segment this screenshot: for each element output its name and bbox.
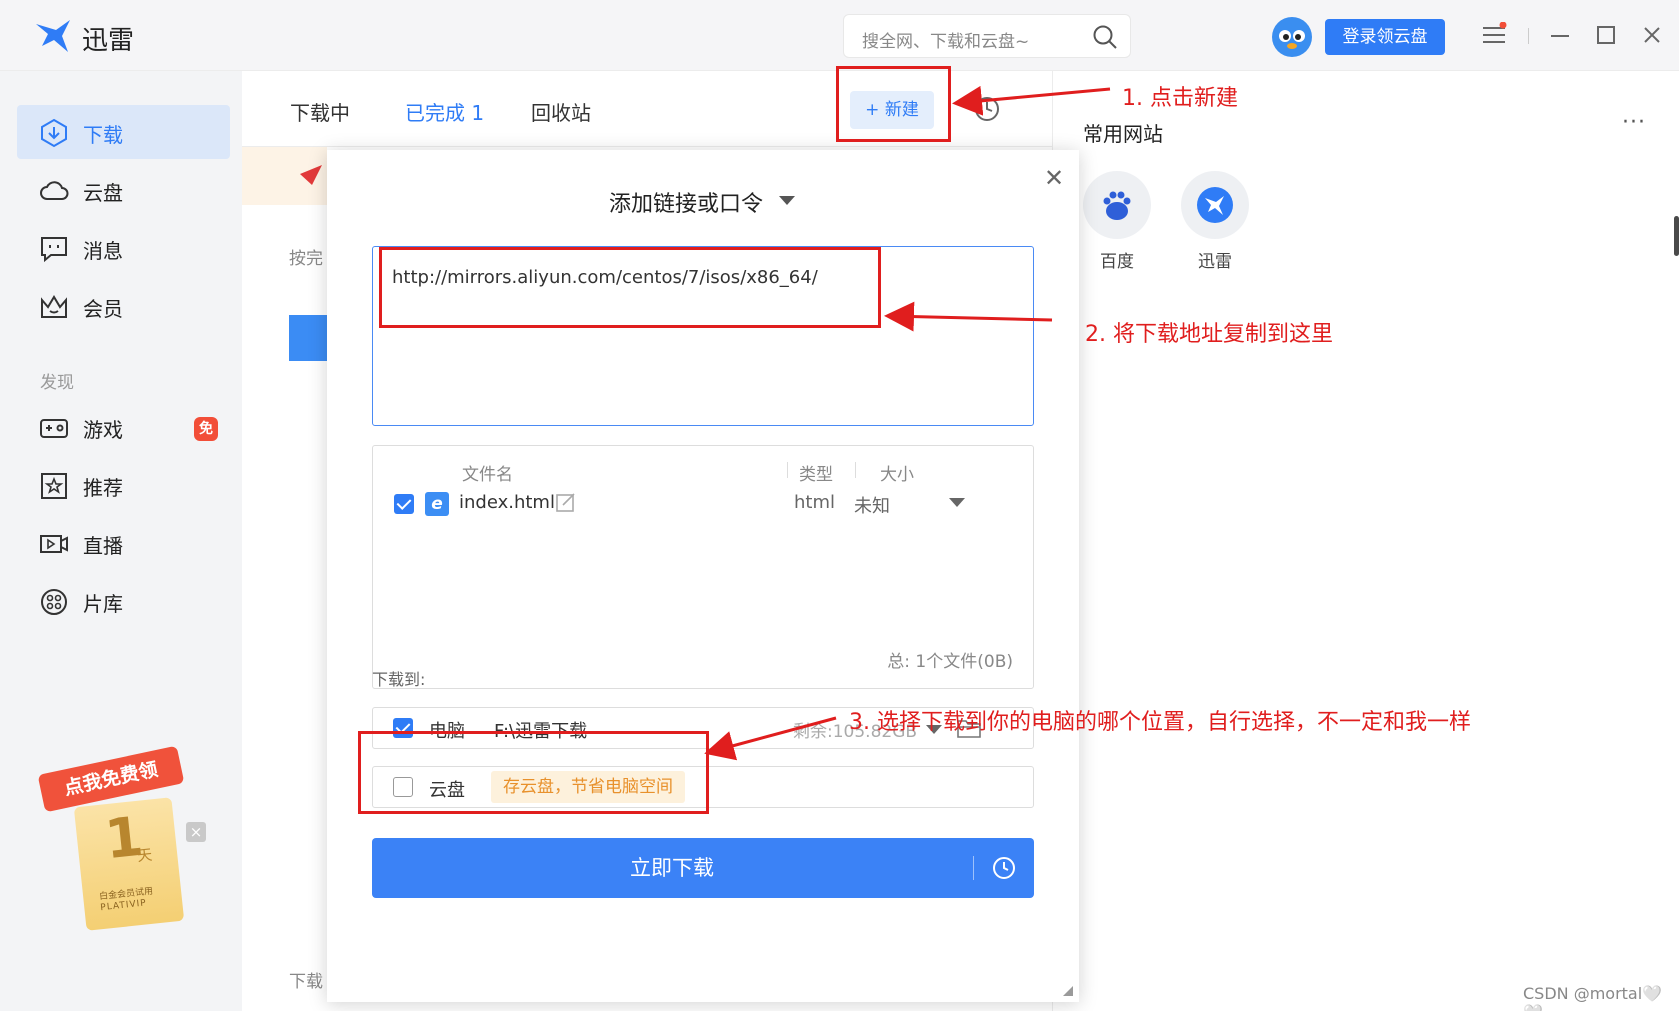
task-file-icon <box>289 315 327 361</box>
col-separator <box>787 462 788 478</box>
free-badge: 免 <box>194 417 218 441</box>
film-icon <box>41 589 67 615</box>
files-total: 总: 1个文件(0B) <box>887 652 1013 672</box>
file-checkbox[interactable] <box>394 494 414 514</box>
crown-icon <box>41 295 67 318</box>
message-icon <box>41 237 67 263</box>
avatar[interactable] <box>1271 16 1313 58</box>
site-label: 百度 <box>1100 252 1134 272</box>
search-box[interactable]: 搜全网、下载和云盘~ <box>843 14 1131 58</box>
cloud-icon <box>40 181 69 200</box>
site-label: 迅雷 <box>1198 252 1232 272</box>
sidebar-item-label: 片库 <box>83 592 123 616</box>
sidebar-item-library[interactable]: 片库 <box>17 574 230 628</box>
schedule-icon[interactable] <box>991 855 1017 881</box>
button-separator <box>973 856 974 880</box>
discover-section-label: 发现 <box>40 373 74 393</box>
search-icon[interactable] <box>1092 24 1118 50</box>
chevron-down-icon[interactable] <box>949 498 965 507</box>
sidebar-item-vip[interactable]: 会员 <box>17 279 230 333</box>
sidebar-item-recommend[interactable]: 推荐 <box>17 458 230 512</box>
vip-promo[interactable]: 1 天 白金会员试用 PLATIVIP 点我免费领 <box>37 740 230 970</box>
promo-card[interactable]: 1 天 白金会员试用 PLATIVIP <box>73 797 185 931</box>
tab-completed[interactable]: 已完成 1 <box>405 97 484 126</box>
main-peek-text: 按完 <box>289 249 323 269</box>
tab-recycle-bin[interactable]: 回收站 <box>531 97 591 126</box>
close-icon[interactable] <box>1640 22 1664 46</box>
main-peek-footer: 下载 <box>289 972 323 992</box>
login-button[interactable]: 登录领云盘 <box>1325 19 1445 55</box>
history-icon[interactable] <box>973 95 1001 123</box>
sidebar-item-label: 下载 <box>83 123 123 147</box>
site-baidu[interactable]: 百度 <box>1083 171 1151 272</box>
title-bar: 迅雷 搜全网、下载和云盘~ 登录领云盘 <box>0 0 1679 71</box>
promo-unit: 天 <box>136 845 154 866</box>
sidebar-item-label: 推荐 <box>83 476 123 500</box>
minimize-icon[interactable] <box>1548 22 1572 46</box>
promo-close-icon[interactable]: × <box>186 822 206 842</box>
sidebar-item-live[interactable]: 直播 <box>17 516 230 570</box>
sidebar-item-label: 云盘 <box>83 181 123 205</box>
annotation-box-url <box>379 247 881 328</box>
more-options-icon[interactable]: ··· <box>1622 110 1646 135</box>
app-name: 迅雷 <box>82 26 135 56</box>
download-now-label[interactable]: 立即下载 <box>372 838 972 898</box>
sidebar-item-download[interactable]: 下载 <box>17 105 230 159</box>
col-type: 类型 <box>799 465 833 485</box>
annotation-box-new <box>836 66 951 142</box>
watermark: CSDN @mortal🤍🤍 <box>1523 984 1663 1011</box>
search-placeholder[interactable]: 搜全网、下载和云盘~ <box>862 27 1029 52</box>
tab-downloading[interactable]: 下载中 <box>290 97 350 126</box>
sidebar-item-message[interactable]: 消息 <box>17 221 230 275</box>
file-name: index.html <box>459 492 555 513</box>
live-icon <box>40 535 68 553</box>
menu-icon[interactable] <box>1481 22 1507 48</box>
sidebar-item-label: 直播 <box>83 534 123 558</box>
sidebar-item-label: 游戏 <box>83 418 123 442</box>
maximize-icon[interactable] <box>1594 22 1618 46</box>
task-row-highlight <box>242 147 327 205</box>
scrollbar[interactable] <box>1674 216 1679 256</box>
annotation-step3: 3. 选择下载到你的电脑的哪个位置，自行选择，不一定和我一样 <box>849 710 1471 735</box>
xunlei-logo-icon <box>36 20 70 52</box>
title-divider <box>1528 28 1529 44</box>
baidu-icon <box>1103 191 1131 220</box>
col-size: 大小 <box>880 465 914 485</box>
file-size: 未知 <box>854 496 890 517</box>
xunlei-icon <box>1197 187 1233 223</box>
col-filename: 文件名 <box>462 465 513 485</box>
sidebar-item-label: 会员 <box>83 297 123 321</box>
file-type: html <box>794 492 836 513</box>
save-to-label: 下载到: <box>372 670 426 689</box>
star-icon <box>41 473 67 499</box>
resize-handle-icon[interactable] <box>1063 986 1073 996</box>
sidebar-item-games[interactable]: 游戏 免 <box>17 400 230 454</box>
dialog-close-icon[interactable]: ✕ <box>1044 164 1064 192</box>
sidebar-item-label: 消息 <box>83 239 123 263</box>
annotation-step1: 1. 点击新建 <box>1122 86 1238 111</box>
annotation-box-location <box>358 731 709 814</box>
annotation-step2: 2. 将下载地址复制到这里 <box>1085 322 1333 347</box>
download-icon <box>41 118 67 148</box>
xunlei-task-icon <box>300 165 322 185</box>
file-list: 文件名 类型 大小 e index.html html 未知 总: 1个文件(0… <box>372 445 1034 689</box>
edit-icon[interactable] <box>555 491 577 513</box>
html-file-icon: e <box>425 492 449 516</box>
chevron-down-icon[interactable] <box>779 196 795 205</box>
dialog-title[interactable]: 添加链接或口令 <box>609 186 763 218</box>
sidebar-item-cloud[interactable]: 云盘 <box>17 163 230 217</box>
common-sites-title: 常用网站 <box>1083 122 1163 146</box>
site-xunlei[interactable]: 迅雷 <box>1181 171 1249 272</box>
download-now-button[interactable]: 立即下载 <box>372 838 1034 898</box>
gamepad-icon <box>40 419 68 438</box>
col-separator <box>855 462 856 478</box>
